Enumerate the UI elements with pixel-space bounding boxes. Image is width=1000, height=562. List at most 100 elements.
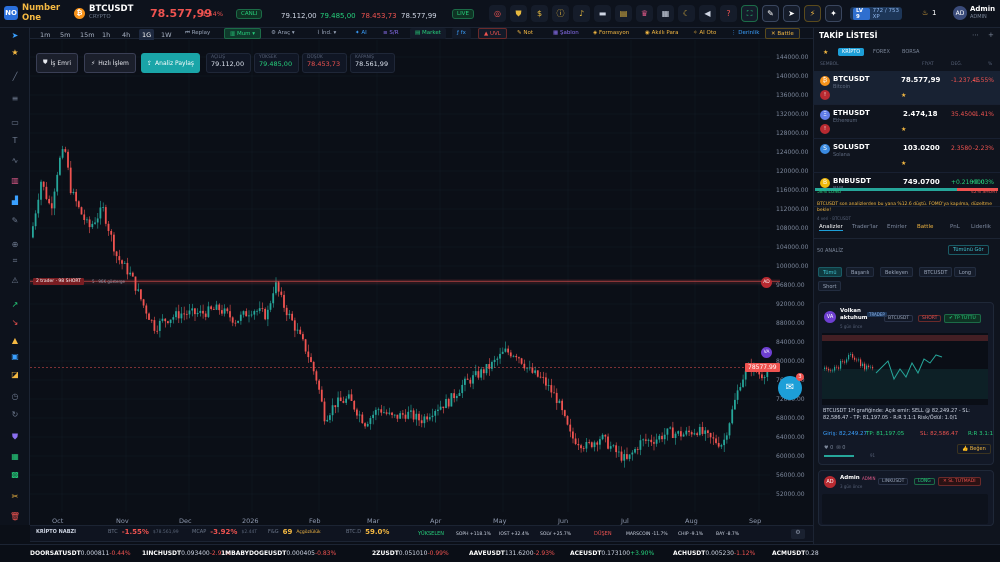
- market-button[interactable]: ▤ Market: [410, 28, 446, 39]
- wallet-icon[interactable]: ▤: [615, 5, 632, 22]
- loser-1[interactable]: MARSCOIN -11.7%: [626, 532, 668, 537]
- panel-tab-4[interactable]: PnL: [950, 224, 960, 230]
- filter-3[interactable]: BTCUSDT: [919, 267, 953, 277]
- loser-2[interactable]: CHIP -9.1%: [678, 532, 703, 537]
- uvl-button[interactable]: ▲ UVL: [478, 28, 507, 39]
- watchlist-row-solusdt[interactable]: S SOLUSDT Solana 103.0200 2.3580 -2.23% ★: [813, 139, 1000, 173]
- panel-tab-2[interactable]: Emirler: [887, 224, 907, 230]
- tape-item[interactable]: ACHUSDT0.005230-1.12%: [673, 550, 755, 557]
- sound-icon[interactable]: ◀: [699, 5, 716, 22]
- sr-button[interactable]: ≡ S/R: [378, 28, 404, 39]
- panel-tab-5[interactable]: Liderlik: [971, 224, 991, 230]
- card-icon[interactable]: ▬: [594, 5, 611, 22]
- bell-icon[interactable]: ♪: [573, 5, 590, 22]
- marker-icon-va[interactable]: VA: [761, 347, 772, 358]
- layers-tool-icon[interactable]: ◪: [9, 370, 21, 380]
- order-button[interactable]: ⛊ İş Emri: [36, 53, 79, 73]
- calendar-tool-icon[interactable]: ▣: [9, 352, 21, 362]
- row-star-icon[interactable]: ★: [901, 92, 906, 99]
- trophy-icon[interactable]: ♛: [636, 5, 653, 22]
- tape-item[interactable]: 1MBABYDOGEUSDT0.000405-0.83%: [221, 550, 336, 557]
- panel-tab-0[interactable]: Analizler: [819, 224, 843, 231]
- lightning-icon[interactable]: ⚡: [804, 5, 821, 22]
- tape-item[interactable]: ACMUSDT0.28: [772, 550, 819, 557]
- filter-5[interactable]: Short: [818, 281, 842, 291]
- gainer-2[interactable]: IOST +32.4%: [499, 532, 529, 537]
- like-button[interactable]: 👍 Beğen: [957, 444, 991, 454]
- share-analysis-button[interactable]: ⇪ Analiz Paylaş: [141, 53, 201, 73]
- candle-tool-icon[interactable]: ▥: [9, 176, 21, 186]
- tools-button[interactable]: ⚙ Araç ▾: [266, 28, 300, 39]
- watchlist-menu-icon[interactable]: ⋯: [972, 31, 979, 39]
- key-tool-icon[interactable]: ✂: [9, 492, 21, 502]
- fullscreen-icon[interactable]: ⛶: [741, 5, 758, 22]
- user-avatar[interactable]: AD: [953, 6, 967, 20]
- watchlist-row-btcusdt[interactable]: ₿ BTCUSDT Bitcoin 78.577,99 -1.237,45 -1.55% ★…: [813, 71, 1000, 105]
- indicators-button[interactable]: ⌇ İnd. ▾: [312, 28, 341, 39]
- brand-logo[interactable]: NO Number One: [4, 3, 60, 23]
- card-likes[interactable]: ♥ 0 ✉ 0: [824, 445, 845, 451]
- cursor-icon[interactable]: ➤: [783, 5, 800, 22]
- template-button[interactable]: ▦ Şablon: [548, 28, 584, 39]
- tab-forex[interactable]: FOREX: [873, 49, 890, 55]
- row-alert-icon[interactable]: !: [820, 124, 830, 134]
- wave-tool-icon[interactable]: ∿: [9, 156, 21, 166]
- panel-tab-1[interactable]: Trader'lar: [852, 224, 878, 230]
- clock-tool-icon[interactable]: ◷: [9, 392, 21, 402]
- loser-3[interactable]: BAY -8.7%: [716, 532, 739, 537]
- panel-tab-3[interactable]: Battle: [917, 224, 933, 230]
- trend-down-icon[interactable]: ↘: [9, 318, 21, 328]
- marker-icon[interactable]: AD: [761, 277, 772, 288]
- shield-icon[interactable]: ⛊: [510, 5, 527, 22]
- brush-tool-icon[interactable]: ✎: [9, 216, 21, 226]
- tape-item[interactable]: 1INCHUSDT0.093400-2.91%: [142, 550, 231, 557]
- price-chart[interactable]: [30, 40, 813, 525]
- watchlist-row-ethusdt[interactable]: Ξ ETHUSDT Ethereum 2.474,18 35.4500 -1.41% ★!: [813, 105, 1000, 139]
- quick-trade-button[interactable]: ⚡ Hızlı İşlem: [84, 53, 136, 73]
- rocket-icon[interactable]: ✦: [825, 5, 842, 22]
- row-alert-icon[interactable]: !: [820, 90, 830, 100]
- info-icon[interactable]: ⓘ: [552, 5, 569, 22]
- ai-button[interactable]: ✦ AI: [350, 28, 372, 39]
- tab-crypto[interactable]: KRİPTO: [838, 48, 865, 56]
- bot-tool-icon[interactable]: ▦: [9, 452, 21, 462]
- filter-4[interactable]: Long: [954, 267, 977, 277]
- gainer-1[interactable]: SOPH +118.1%: [456, 532, 491, 537]
- moon-icon[interactable]: ☾: [678, 5, 695, 22]
- candle-type-button[interactable]: ▥ Mum ▾: [224, 28, 262, 39]
- pen-icon[interactable]: ✎: [762, 5, 779, 22]
- tape-item[interactable]: AAVEUSDT131.6200-2.93%: [469, 550, 555, 557]
- gainer-3[interactable]: SOLV +25.7%: [540, 532, 571, 537]
- sl-tag[interactable]: 2 trader · 98 SHORT: [33, 278, 84, 285]
- filter-1[interactable]: Başarılı: [846, 267, 875, 277]
- level-badge[interactable]: LV 9 772 / 753 XP: [850, 7, 902, 20]
- cursor-tool-icon[interactable]: ➤: [9, 31, 21, 41]
- fx-button[interactable]: ƒ fx: [452, 28, 471, 39]
- symbol-selector[interactable]: ₿ BTCUSDT CRYPTO: [74, 5, 133, 21]
- zoom-tool-icon[interactable]: ⊕: [9, 240, 21, 250]
- magnet-tool-icon[interactable]: ⌗: [9, 256, 21, 266]
- row-star-icon[interactable]: ★: [901, 126, 906, 133]
- ai-auto-button[interactable]: ✧ AI Oto: [688, 28, 721, 39]
- star-tool-icon[interactable]: ★: [9, 48, 21, 58]
- chart-tool-icon[interactable]: ▲: [9, 336, 21, 346]
- refresh-tool-icon[interactable]: ↻: [9, 410, 21, 420]
- help-icon[interactable]: ?: [720, 5, 737, 22]
- ruler-tool-icon[interactable]: ▟: [9, 196, 21, 206]
- target-icon[interactable]: ◎: [489, 5, 506, 22]
- tab-borsa[interactable]: BORSA: [902, 49, 919, 55]
- watchlist-add-icon[interactable]: +: [988, 31, 994, 39]
- card-author[interactable]: Volkan aktuhum: [840, 308, 867, 322]
- depth-button[interactable]: ⋮ Derinlik: [726, 28, 764, 39]
- line-tool-icon[interactable]: ╱: [9, 72, 21, 82]
- settings-icon[interactable]: ⚙: [791, 529, 805, 539]
- alert-tool-icon[interactable]: ⚠: [9, 276, 21, 286]
- pattern-button[interactable]: ◈ Formasyon: [588, 28, 634, 39]
- filter-2[interactable]: Bekleyen: [880, 267, 914, 277]
- trash-tool-icon[interactable]: 🗑: [9, 512, 21, 522]
- filter-0[interactable]: Tümü: [818, 267, 842, 277]
- rect-tool-icon[interactable]: ▭: [9, 118, 21, 128]
- dollar-icon[interactable]: $: [531, 5, 548, 22]
- replay-button[interactable]: ⏮ Replay: [180, 28, 215, 39]
- grid-icon[interactable]: ▦: [657, 5, 674, 22]
